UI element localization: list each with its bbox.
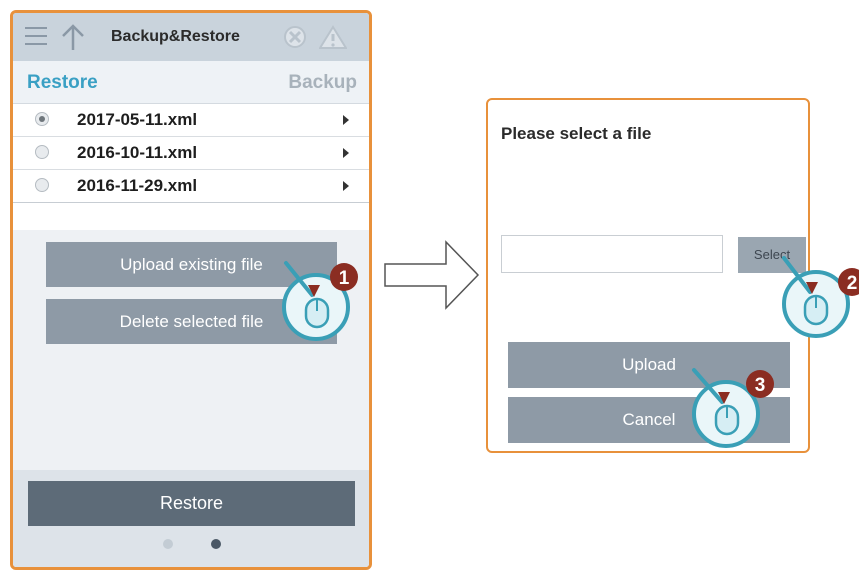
page-indicator-dot[interactable] <box>163 539 173 549</box>
file-radio-button[interactable] <box>35 145 49 159</box>
mouse-cursor-icon: 1 <box>282 261 358 341</box>
gear-icon <box>284 26 306 48</box>
chevron-right-icon[interactable] <box>343 115 349 125</box>
file-row[interactable]: 2017-05-11.xml <box>13 104 369 137</box>
file-name: 2016-11-29.xml <box>77 176 198 195</box>
tab-restore[interactable]: Restore <box>27 72 98 94</box>
menu-icon[interactable] <box>25 27 47 45</box>
page-title: Backup&Restore <box>111 28 240 45</box>
step-badge-3: 3 <box>755 375 766 396</box>
header-bar: Backup&Restore <box>13 13 369 61</box>
file-row[interactable]: 2016-11-29.xml <box>13 170 369 203</box>
chevron-right-icon[interactable] <box>343 148 349 158</box>
warning-icon <box>319 25 347 49</box>
chevron-right-icon[interactable] <box>343 181 349 191</box>
mouse-cursor-icon: 3 <box>692 368 774 448</box>
flow-arrow-icon <box>384 240 480 310</box>
page-indicator-dot-active[interactable] <box>211 539 221 549</box>
restore-button[interactable]: Restore <box>28 481 355 526</box>
file-name: 2016-10-11.xml <box>77 143 198 162</box>
up-arrow-icon[interactable] <box>61 23 85 51</box>
file-name: 2017-05-11.xml <box>77 110 198 129</box>
step-badge-1: 1 <box>339 268 350 289</box>
file-radio-button[interactable] <box>35 178 49 192</box>
file-path-input[interactable] <box>501 235 723 273</box>
step-badge-2: 2 <box>847 273 858 294</box>
file-radio-button[interactable] <box>35 112 49 126</box>
tab-backup[interactable]: Backup <box>288 72 357 94</box>
tab-bar: Restore Backup <box>13 61 369 104</box>
mouse-cursor-icon: 2 <box>782 256 859 338</box>
file-row[interactable]: 2016-10-11.xml <box>13 137 369 170</box>
dialog-title: Please select a file <box>501 124 652 143</box>
